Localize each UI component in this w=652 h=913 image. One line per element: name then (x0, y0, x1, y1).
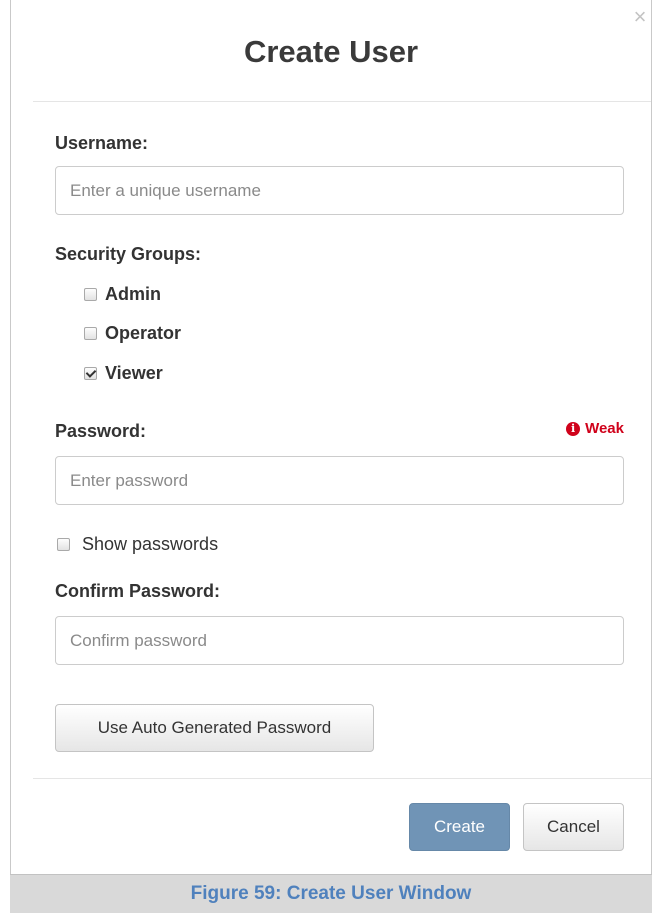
username-label: Username: (55, 133, 149, 153)
show-passwords-label: Show passwords (82, 534, 219, 554)
header-divider (33, 101, 651, 102)
security-group-viewer[interactable]: Viewer (84, 363, 163, 384)
admin-label: Admin (105, 284, 161, 304)
cancel-button[interactable]: Cancel (523, 803, 624, 851)
dialog-title: Create User (243, 34, 419, 69)
password-input[interactable] (55, 456, 624, 505)
auto-generate-password-button[interactable]: Use Auto Generated Password (55, 704, 374, 752)
info-circle-icon: i (566, 421, 581, 436)
confirm-password-label: Confirm Password: (55, 581, 221, 601)
show-passwords-checkbox[interactable] (57, 538, 70, 551)
create-button[interactable]: Create (409, 803, 510, 851)
password-label: Password: (55, 421, 147, 441)
password-strength-indicator: i Weak (566, 420, 624, 437)
operator-checkbox[interactable] (84, 327, 97, 340)
password-strength-label: Weak (585, 420, 624, 437)
security-groups-label: Security Groups: (55, 244, 202, 264)
create-user-dialog: × Create User Username: Security Groups:… (10, 0, 652, 874)
viewer-checkbox[interactable] (84, 367, 97, 380)
figure-caption: Figure 59: Create User Window (10, 874, 652, 913)
footer-divider (33, 778, 651, 779)
operator-label: Operator (105, 323, 182, 343)
viewer-label: Viewer (105, 363, 163, 383)
username-input[interactable] (55, 166, 624, 215)
confirm-password-input[interactable] (55, 616, 624, 665)
admin-checkbox[interactable] (84, 288, 97, 301)
show-passwords-toggle[interactable]: Show passwords (57, 534, 218, 555)
security-group-operator[interactable]: Operator (84, 323, 181, 344)
security-group-admin[interactable]: Admin (84, 284, 161, 305)
close-icon[interactable]: × (629, 6, 651, 30)
